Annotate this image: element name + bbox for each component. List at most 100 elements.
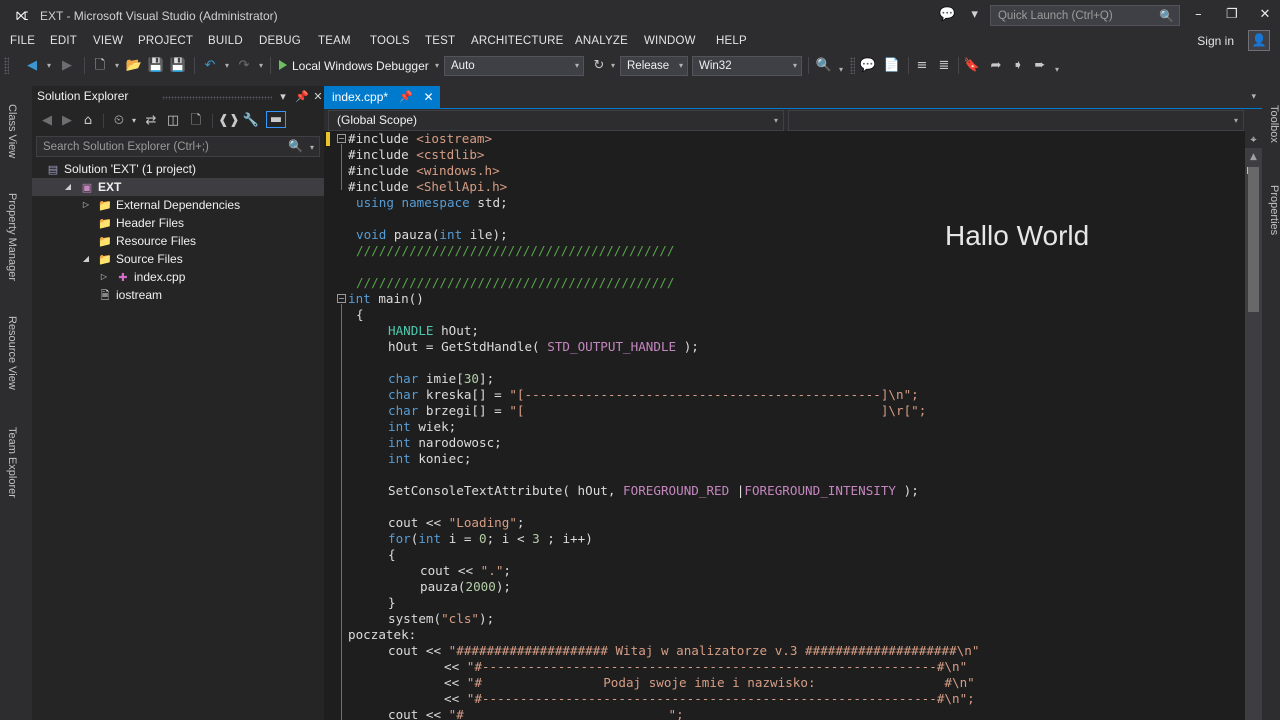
menu-view[interactable]: VIEW: [93, 30, 123, 52]
menu-architecture[interactable]: ARCHITECTURE: [471, 30, 564, 52]
menu-edit[interactable]: EDIT: [50, 30, 77, 52]
redo-icon[interactable]: ↷: [234, 56, 254, 76]
new-project-caret-icon[interactable]: ▾: [112, 56, 122, 76]
document-tab-index-cpp[interactable]: index.cpp* 📌 ✕: [324, 86, 440, 108]
uncomment-selection-icon[interactable]: 📄: [882, 56, 902, 76]
tree-item-index-cpp[interactable]: ▷ ✚ index.cpp: [32, 268, 324, 286]
forward-icon[interactable]: ▶: [58, 111, 76, 131]
increase-indent-icon[interactable]: ≡: [912, 56, 932, 76]
chevron-down-icon[interactable]: ▾: [275, 88, 291, 106]
platform-target-combo[interactable]: Auto ▾: [444, 56, 584, 76]
pending-changes-icon[interactable]: ⏲: [110, 111, 128, 131]
save-icon[interactable]: 💾: [146, 56, 166, 76]
close-button[interactable]: ✕: [1250, 2, 1280, 28]
bookmark-icon[interactable]: 🔖: [962, 56, 982, 76]
menu-help[interactable]: HELP: [716, 30, 747, 52]
scope-dropdown[interactable]: (Global Scope) ▾: [328, 110, 784, 131]
code-editor-surface[interactable]: − − #include <iostream> #include <cstdli…: [324, 131, 1262, 720]
clear-bookmarks-icon[interactable]: ➨: [1030, 56, 1050, 76]
toolbar-overflow-icon[interactable]: ▾: [1052, 60, 1062, 80]
quick-launch-input[interactable]: Quick Launch (Ctrl+Q) 🔍: [990, 5, 1180, 26]
expander-collapse-icon[interactable]: ◢: [62, 178, 74, 196]
menu-tools[interactable]: TOOLS: [370, 30, 410, 52]
panel-drag-dots[interactable]: [162, 96, 272, 100]
refresh-icon[interactable]: ↻: [590, 56, 608, 76]
toolbar-grip[interactable]: [4, 57, 9, 74]
tree-item-header-files[interactable]: 📁 Header Files: [32, 214, 324, 232]
collapse-all-icon[interactable]: ◫: [164, 111, 182, 131]
menu-project[interactable]: PROJECT: [138, 30, 193, 52]
fold-collapse-icon[interactable]: −: [337, 294, 346, 303]
previous-bookmark-icon[interactable]: ➦: [986, 56, 1006, 76]
sync-with-active-document-icon[interactable]: ⇄: [142, 111, 160, 131]
tree-item-resource-files[interactable]: 📁 Resource Files: [32, 232, 324, 250]
maximize-button[interactable]: ❐: [1217, 2, 1247, 28]
tree-item-external-dependencies[interactable]: ▷ 📁 External Dependencies: [32, 196, 324, 214]
source-code[interactable]: #include <iostream> #include <cstdlib> #…: [348, 131, 1262, 720]
filter-icon[interactable]: ▾: [963, 5, 987, 25]
pin-icon[interactable]: 📌: [294, 88, 310, 106]
pin-icon[interactable]: 📌: [399, 86, 413, 108]
editor-vertical-scrollbar[interactable]: ⌖ ▲: [1245, 131, 1262, 720]
platform-combo[interactable]: Win32 ▾: [692, 56, 802, 76]
open-file-icon[interactable]: 📂: [124, 56, 144, 76]
feedback-icon[interactable]: 💬: [935, 5, 959, 25]
navigate-back-icon[interactable]: ◀: [22, 56, 42, 76]
configuration-combo[interactable]: Release ▾: [620, 56, 688, 76]
tree-item-source-files[interactable]: ◢ 📁 Source Files: [32, 250, 324, 268]
account-icon[interactable]: 👤: [1248, 30, 1270, 51]
home-icon[interactable]: ⌂: [79, 111, 97, 131]
chevron-down-icon[interactable]: ▾: [1251, 86, 1256, 108]
expander-collapse-icon[interactable]: ◢: [80, 250, 92, 268]
solution-explorer-search-input[interactable]: Search Solution Explorer (Ctrl+;) 🔍 ▾: [36, 136, 320, 157]
refresh-caret-icon[interactable]: ▾: [608, 56, 618, 76]
undo-caret-icon[interactable]: ▾: [222, 56, 232, 76]
expander-expand-icon[interactable]: ▷: [98, 268, 110, 286]
navigate-back-caret-icon[interactable]: ▾: [44, 56, 54, 76]
minimize-button[interactable]: –: [1183, 2, 1213, 28]
close-icon[interactable]: ✕: [423, 86, 433, 108]
preview-selected-items-icon[interactable]: ▬: [266, 111, 286, 128]
menu-team[interactable]: TEAM: [318, 30, 351, 52]
menu-test[interactable]: TEST: [425, 30, 455, 52]
tab-team-explorer[interactable]: Team Explorer: [0, 408, 18, 512]
tab-class-view[interactable]: Class View: [0, 86, 18, 172]
tab-properties[interactable]: Properties: [1262, 162, 1280, 254]
start-debugging-icon[interactable]: [279, 60, 287, 70]
tab-resource-view[interactable]: Resource View: [0, 298, 18, 404]
tree-item-project-ext[interactable]: ◢ ▣ EXT: [32, 178, 324, 196]
menu-build[interactable]: BUILD: [208, 30, 243, 52]
back-icon[interactable]: ◀: [38, 111, 56, 131]
menu-debug[interactable]: DEBUG: [259, 30, 301, 52]
scroll-up-icon[interactable]: ▲: [1245, 149, 1262, 165]
split-view-icon[interactable]: ⌖: [1245, 131, 1262, 148]
save-all-icon[interactable]: 💾: [168, 56, 188, 76]
undo-icon[interactable]: ↶: [200, 56, 220, 76]
tree-item-iostream[interactable]: 🗎 iostream: [32, 286, 324, 304]
chevron-down-icon[interactable]: ▾: [129, 111, 139, 131]
fold-collapse-icon[interactable]: −: [337, 134, 346, 143]
menu-analyze[interactable]: ANALYZE: [575, 30, 628, 52]
expander-expand-icon[interactable]: ▷: [80, 196, 92, 214]
menu-file[interactable]: FILE: [10, 30, 35, 52]
start-debugging-caret-icon[interactable]: ▾: [432, 56, 442, 76]
properties-wrench-icon[interactable]: 🔧: [242, 111, 260, 131]
decrease-indent-icon[interactable]: ≣: [934, 56, 954, 76]
next-bookmark-icon[interactable]: ➧: [1008, 56, 1028, 76]
tab-property-manager[interactable]: Property Manager: [0, 176, 18, 294]
find-in-files-icon[interactable]: 🔍: [814, 56, 834, 76]
redo-caret-icon[interactable]: ▾: [256, 56, 266, 76]
menu-window[interactable]: WINDOW: [644, 30, 696, 52]
sign-in-button[interactable]: Sign in: [1197, 31, 1234, 51]
tree-item-solution[interactable]: ▤ Solution 'EXT' (1 project): [32, 160, 324, 178]
comment-selection-icon[interactable]: 💬: [858, 56, 878, 76]
start-debugging-label[interactable]: Local Windows Debugger: [292, 56, 429, 76]
navigate-forward-icon[interactable]: ▶: [57, 56, 77, 76]
scrollbar-thumb[interactable]: [1248, 167, 1259, 312]
new-project-icon[interactable]: 🗋: [90, 56, 110, 76]
member-dropdown[interactable]: ▾: [788, 110, 1244, 131]
code-view-icon[interactable]: ❰❱: [218, 111, 236, 131]
show-all-files-icon[interactable]: 🗋: [187, 111, 205, 131]
tab-toolbox[interactable]: Toolbox: [1262, 86, 1280, 158]
find-overflow-icon[interactable]: ▾: [836, 60, 846, 80]
